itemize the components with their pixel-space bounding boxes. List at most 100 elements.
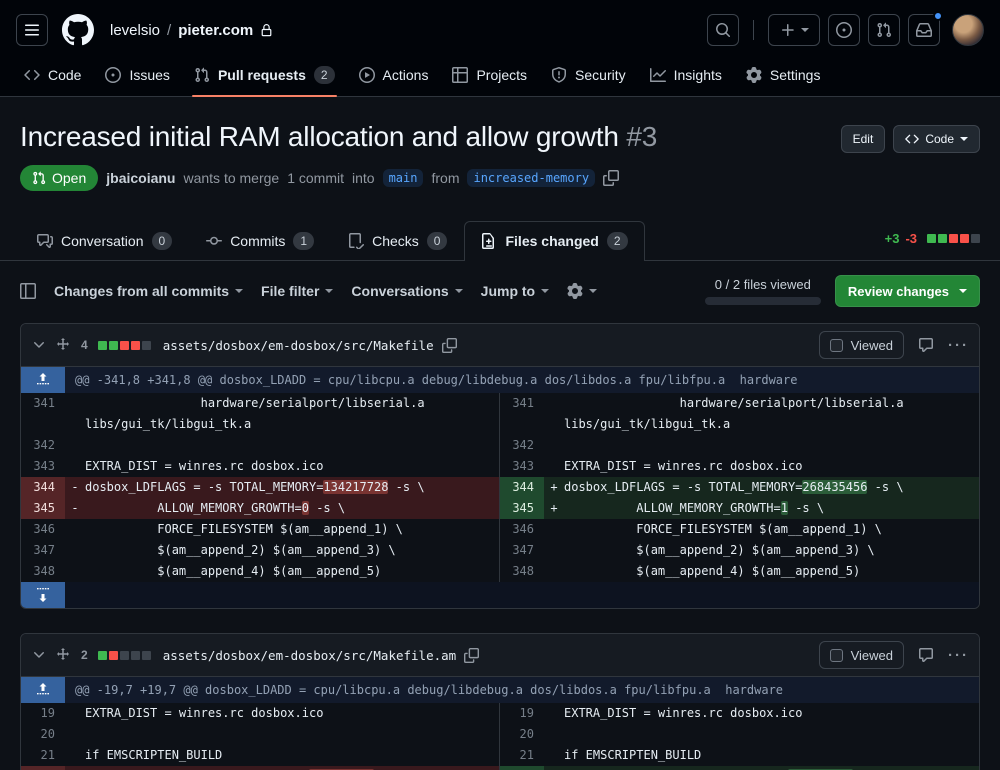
nav-tab-projects[interactable]: Projects [440, 57, 539, 95]
diff-line-number[interactable]: 21 [21, 745, 65, 766]
diff-line-number[interactable]: 346 [500, 519, 544, 540]
diffstat-square [119, 650, 129, 660]
copy-icon[interactable] [603, 170, 620, 186]
nav-tab-security[interactable]: Security [539, 57, 638, 95]
pr-author-link[interactable]: jbaicoianu [106, 170, 175, 186]
kebab-menu-icon[interactable]: ··· [948, 647, 969, 664]
tab-files-changed[interactable]: Files changed 2 [464, 221, 645, 261]
conversations-dropdown[interactable]: Conversations [351, 283, 463, 299]
diff-line-content: dosbox_LDFLAGS = -s TOTAL_MEMORY=1342177… [85, 477, 500, 498]
diff-line-number[interactable]: 343 [500, 456, 544, 477]
diff-line-content: $(am__append_4) $(am__append_5) [85, 561, 500, 582]
expand-up-button[interactable] [21, 677, 65, 703]
diff-line-number[interactable]: 342 [500, 435, 544, 456]
jump-to-dropdown[interactable]: Jump to [481, 283, 550, 299]
diff-line-marker: - [65, 477, 85, 498]
nav-tab-actions[interactable]: Actions [347, 57, 441, 95]
diff-line-number[interactable]: 343 [21, 456, 65, 477]
diff-line-number[interactable]: 347 [21, 540, 65, 561]
expand-up-button[interactable] [21, 367, 65, 393]
base-branch-label[interactable]: main [382, 169, 424, 187]
nav-tab-issues[interactable]: Issues [93, 57, 181, 95]
diff-line-number[interactable]: 20 [500, 724, 544, 745]
diff-line-number[interactable]: 341 [500, 393, 544, 435]
git-pull-request-icon [194, 67, 210, 83]
sidebar-collapse-icon[interactable] [20, 283, 36, 299]
nav-tab-insights[interactable]: Insights [638, 57, 734, 95]
github-logo[interactable] [62, 14, 94, 46]
diff-line-marker [65, 561, 85, 582]
diff-code-text: ALLOW_MEMORY_GROWTH= [85, 501, 302, 515]
tab-checks[interactable]: Checks 0 [331, 221, 464, 260]
viewed-checkbox[interactable] [829, 338, 843, 352]
search-button[interactable] [707, 14, 739, 46]
code-icon [24, 67, 40, 83]
file-path[interactable]: assets/dosbox/em-dosbox/src/Makefile [163, 338, 434, 353]
head-branch-label[interactable]: increased-memory [467, 169, 596, 187]
viewed-toggle-button[interactable]: Viewed [818, 331, 904, 359]
comment-icon[interactable] [918, 337, 934, 353]
viewed-toggle-button[interactable]: Viewed [818, 641, 904, 669]
tab-counter: 2 [606, 232, 628, 250]
review-changes-button[interactable]: Review changes [834, 275, 980, 307]
file-path[interactable]: assets/dosbox/em-dosbox/src/Makefile.am [163, 648, 457, 663]
diff-line-number[interactable]: 348 [500, 561, 544, 582]
diff-line-number[interactable]: 347 [500, 540, 544, 561]
diff-line-number[interactable]: 345 [21, 498, 65, 519]
diff-line-number[interactable]: 22 [21, 766, 65, 770]
repo-name-link[interactable]: pieter.com [178, 22, 253, 39]
nav-tab-label: Code [48, 67, 82, 83]
chevron-down-icon[interactable] [31, 647, 47, 663]
file-filter-dropdown[interactable]: File filter [261, 283, 334, 299]
code-dropdown-button[interactable]: Code [893, 125, 980, 153]
hunk-header: @@ -19,7 +19,7 @@ dosbox_LDADD = cpu/lib… [65, 677, 979, 703]
search-icon [715, 22, 731, 38]
diff-line-number[interactable]: 21 [500, 745, 544, 766]
create-new-button[interactable] [768, 14, 820, 46]
diff-line-marker: - [65, 766, 85, 770]
diff-line-number[interactable]: 348 [21, 561, 65, 582]
diff-line-number[interactable]: 345 [500, 498, 544, 519]
diff-line-number[interactable]: 20 [21, 724, 65, 745]
copy-icon[interactable] [441, 337, 457, 353]
pull-requests-global-button[interactable] [868, 14, 900, 46]
nav-tab-settings[interactable]: Settings [734, 57, 833, 95]
expand-down-button[interactable] [21, 582, 65, 608]
nav-tab-label: Issues [129, 67, 170, 83]
global-nav-menu-button[interactable] [16, 14, 48, 46]
changes-from-all-commits-dropdown[interactable]: Changes from all commits [54, 283, 244, 299]
drag-move-icon[interactable] [55, 337, 71, 353]
diff-line-number[interactable]: 342 [21, 435, 65, 456]
diff-code-text: if EMSCRIPTEN_BUILD [564, 748, 702, 762]
breadcrumb-separator: / [167, 21, 172, 39]
merge-text: wants to merge [183, 170, 280, 186]
diff-line-number[interactable]: 346 [21, 519, 65, 540]
diff-line-number[interactable]: 344 [21, 477, 65, 498]
inbox-button[interactable] [908, 11, 943, 46]
copy-icon[interactable] [464, 647, 480, 663]
comment-icon[interactable] [918, 647, 934, 663]
chevron-down-icon[interactable] [31, 337, 47, 353]
edit-button[interactable]: Edit [840, 125, 886, 153]
diff-line-number[interactable]: 19 [21, 703, 65, 724]
diff-line-number[interactable]: 341 [21, 393, 65, 435]
nav-tab-pull-requests[interactable]: Pull requests 2 [182, 56, 347, 97]
diff-code-text: -s \ [867, 480, 904, 494]
diff-line-marker [544, 540, 564, 561]
tab-commits[interactable]: Commits 1 [189, 221, 331, 260]
issues-global-button[interactable] [828, 14, 860, 46]
diff-line-number[interactable]: 19 [500, 703, 544, 724]
diff-settings-dropdown[interactable] [567, 283, 598, 299]
diff-line-marker [544, 456, 564, 477]
viewed-checkbox[interactable] [829, 648, 843, 662]
tab-conversation[interactable]: Conversation 0 [20, 221, 189, 260]
git-commit-icon [206, 233, 223, 249]
drag-move-icon[interactable] [55, 647, 71, 663]
repo-owner-link[interactable]: levelsio [110, 22, 160, 39]
kebab-menu-icon[interactable]: ··· [948, 337, 969, 354]
nav-tab-code[interactable]: Code [12, 57, 93, 95]
avatar[interactable] [952, 14, 984, 46]
diff-line-number[interactable]: 344 [500, 477, 544, 498]
commit-count-link[interactable]: 1 commit [287, 170, 344, 186]
diff-line-number[interactable]: 22 [500, 766, 544, 770]
